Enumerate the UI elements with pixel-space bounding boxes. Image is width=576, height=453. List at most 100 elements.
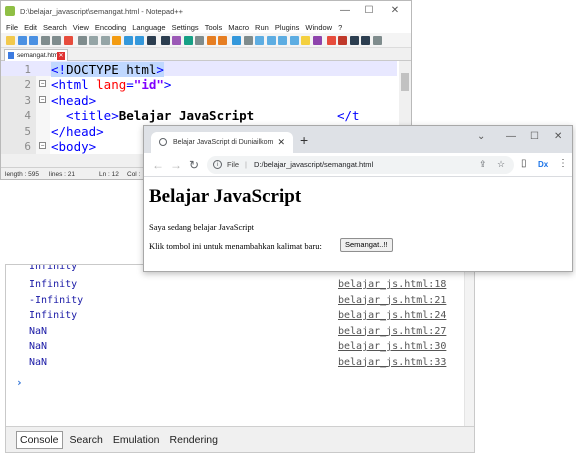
toolbar-button-icon[interactable] [40,35,50,45]
toolbar-button-icon[interactable] [100,35,110,45]
close-tab-icon[interactable]: ✕ [277,137,285,148]
toolbar-button-icon[interactable] [112,35,121,45]
tab-console[interactable]: Console [16,430,63,449]
toolbar-button-icon[interactable] [63,35,73,45]
maximize-icon[interactable]: ☐ [361,4,377,18]
code-line[interactable]: 2− <html lang="id"> [1,76,397,92]
page-paragraph: Saya sedang belajar JavaScript [149,222,255,232]
console-source-link[interactable]: belajar_js.html:33 [338,357,446,368]
menu-item-macro[interactable]: Macro [228,23,249,32]
toolbar-button-icon[interactable] [338,35,347,45]
toolbar-button-icon[interactable] [135,35,144,45]
menu-item-file[interactable]: File [6,23,18,32]
toolbar-button-icon[interactable] [52,35,61,45]
fold-toggle-icon[interactable]: − [39,80,46,88]
toolbar-button-icon[interactable] [206,35,216,45]
code-line[interactable]: 1 <!DOCTYPE html> [1,61,397,77]
toolbar-button-icon[interactable] [160,35,170,45]
console-source-link[interactable]: belajar_js.html:27 [338,326,446,337]
menu-item-language[interactable]: Language [132,23,165,32]
toolbar-button-icon[interactable] [278,35,287,45]
menu-item-window[interactable]: Window [305,23,332,32]
toolbar-button-icon[interactable] [6,35,15,45]
extension-dx-icon[interactable]: Dx [538,160,548,169]
semangat-button[interactable]: Semangat..!! [340,238,393,252]
toolbar-button-icon[interactable] [218,35,227,45]
fold-toggle-icon[interactable]: − [39,95,46,103]
toolbar-button-icon[interactable] [289,35,299,45]
notepad-titlebar: D:\belajar_javascript\semangat.html - No… [1,1,411,21]
console-message: Infinity belajar_js.html:18 [6,277,466,293]
console-source-link[interactable]: belajar_js.html:21 [338,295,446,306]
toolbar-button-icon[interactable] [301,35,310,45]
toolbar-button-icon[interactable] [183,35,193,45]
tab-search[interactable]: Search [67,432,106,448]
url-text[interactable]: D:/belajar_javascript/semangat.html [254,160,373,169]
toolbar-button-icon[interactable] [361,35,370,45]
menu-item-run[interactable]: Run [255,23,269,32]
close-tab-icon[interactable]: ✕ [57,52,65,60]
toolbar-button-icon[interactable] [312,35,322,45]
tab-emulation[interactable]: Emulation [110,432,163,448]
tab-rendering[interactable]: Rendering [167,432,221,448]
close-icon[interactable]: ✕ [387,4,403,18]
reload-icon[interactable]: ↻ [189,158,199,172]
toolbar-button-icon[interactable] [29,35,38,45]
share-icon[interactable]: ⇪ [479,159,487,170]
side-panel-icon[interactable]: ▯ [521,158,527,169]
menu-item-tools[interactable]: Tools [205,23,223,32]
toolbar-button-icon[interactable] [326,35,336,45]
code-line[interactable]: 3− <head> [1,92,397,108]
toolbar-button-icon[interactable] [372,35,382,45]
fold-toggle-icon[interactable]: − [39,142,46,149]
scrollbar-thumb[interactable] [401,73,409,91]
toolbar-button-icon[interactable] [195,35,204,45]
info-icon[interactable]: i [213,160,222,169]
toolbar-button-icon[interactable] [266,35,276,45]
menu-item-search[interactable]: Search [43,23,67,32]
tab-search-chevron-icon[interactable]: ⌄ [477,131,485,142]
code-text: <!DOCTYPE html> [51,62,164,77]
menu-item-plugins[interactable]: Plugins [275,23,300,32]
chrome-toolbar: ← → ↻ i File | D:/belajar_javascript/sem… [144,153,572,177]
menu-item-settings[interactable]: Settings [172,23,199,32]
minimize-icon[interactable]: — [506,131,516,142]
minimize-icon[interactable]: — [337,4,353,18]
file-tab-semangat[interactable]: semangat.html ✕ [4,49,68,61]
console-source-link[interactable]: belajar_js.html:24 [338,310,446,321]
close-window-icon[interactable]: ✕ [554,131,562,142]
back-arrow-icon[interactable]: ← [152,158,164,172]
browser-tab[interactable]: Belajar JavaScript di Duniailkom ✕ [151,132,293,153]
console-source-link[interactable]: belajar_js.html:18 [338,279,446,290]
toolbar-button-icon[interactable] [349,35,359,45]
code-line[interactable]: 4 <title>Belajar JavaScript </t [1,107,397,123]
bookmark-star-icon[interactable]: ☆ [497,159,505,170]
toolbar-button-icon[interactable] [172,35,181,45]
code-text: <html lang="id"> [51,77,171,92]
console-source-link[interactable]: belajar_js.html:30 [338,341,446,352]
menu-item-encoding[interactable]: Encoding [95,23,126,32]
line-number: 6 [24,140,31,153]
toolbar-button-icon[interactable] [89,35,98,45]
console-scrollbar[interactable] [464,265,474,428]
menu-item-help[interactable]: ? [338,23,342,32]
address-bar[interactable]: i File | D:/belajar_javascript/semangat.… [207,156,514,174]
maximize-icon[interactable]: ☐ [530,131,539,142]
menu-kebab-icon[interactable]: ⋮ [558,158,568,169]
menu-item-view[interactable]: View [73,23,89,32]
code-text: <body> [51,139,96,154]
toolbar-button-icon[interactable] [123,35,133,45]
status-line-number: Ln : 12 [99,171,119,178]
toolbar-button-icon[interactable] [232,35,241,45]
toolbar-button-icon[interactable] [146,35,156,45]
line-number: 5 [24,124,31,138]
forward-arrow-icon[interactable]: → [170,158,182,172]
toolbar-button-icon[interactable] [77,35,87,45]
menu-item-edit[interactable]: Edit [24,23,37,32]
new-tab-button[interactable]: + [300,132,308,148]
toolbar-button-icon[interactable] [255,35,264,45]
console-prompt-icon[interactable]: › [16,376,23,389]
toolbar-button-icon[interactable] [243,35,253,45]
toolbar-button-icon[interactable] [17,35,27,45]
browser-tab-title: Belajar JavaScript di Duniailkom [173,139,274,146]
